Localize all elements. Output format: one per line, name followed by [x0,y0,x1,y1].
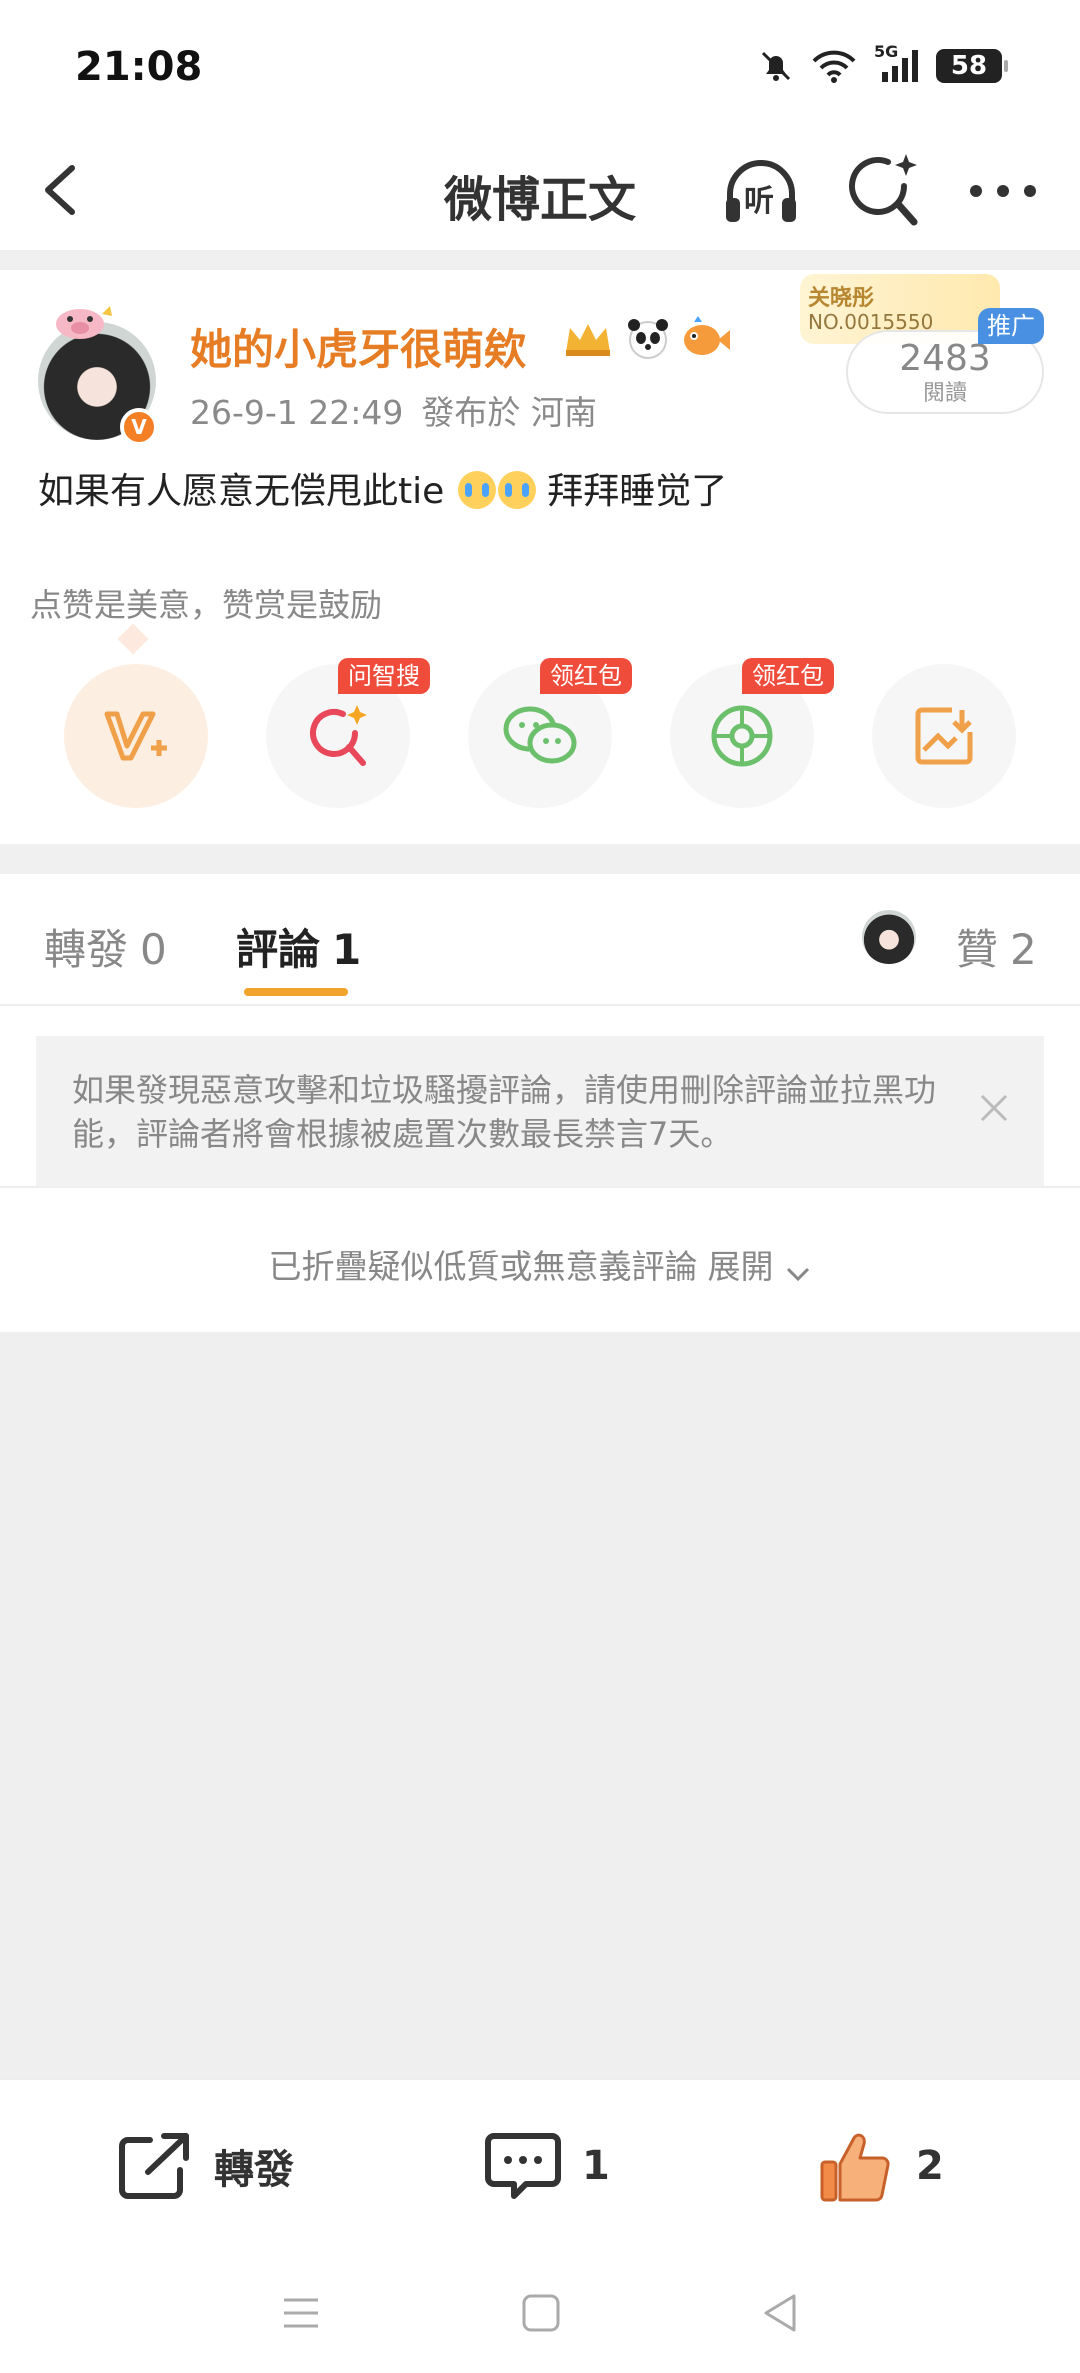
status-time: 21:08 [75,44,203,90]
bottom-action-bar: 轉發 1 2 [0,2078,1080,2248]
listen-label: 听 [744,184,774,219]
comment-button[interactable]: 1 [484,2126,610,2206]
mute-bell-icon [761,51,791,81]
status-icons: 5G 58 [758,42,1008,84]
verified-badge: V [120,408,158,446]
more-dots-icon [970,185,1036,197]
wechat-share-button[interactable]: 领红包 [468,658,632,808]
crying-emoji-icon [497,471,536,509]
empty-comment-area [0,1332,1080,2078]
read-label: 閱讀 [922,381,967,406]
post-text: 如果有人愿意无偿甩此tie 拜拜睡觉了 [38,462,727,514]
tab-likes-label: 贊 [956,925,999,974]
ai-search-icon [310,705,367,766]
section-divider [0,250,1080,270]
interaction-tabs: 轉發 0 評論 1 贊2 [0,874,1080,1006]
share-icon [119,2133,189,2199]
panda-badge-icon [628,319,668,359]
reward-button[interactable] [64,664,208,808]
repost-label: 轉發 [214,2147,294,2193]
reward-tip: 点赞是美意，赞赏是鼓励 [30,586,383,624]
pig-decoration-icon [56,306,112,339]
menu-icon[interactable] [276,2288,326,2338]
battery-icon: 58 [936,49,1008,83]
repost-button[interactable]: 轉發 [116,2126,294,2206]
expand-link[interactable]: 展開 [708,1247,774,1286]
tab-comments[interactable]: 評論 1 [236,916,361,977]
tab-comments-label: 評論 [236,925,321,974]
system-nav-bar [0,2248,1080,2373]
user-badges [560,316,732,360]
crown-badge-icon [566,324,610,356]
tab-likes[interactable]: 贊2 [956,916,1037,977]
like-button[interactable]: 2 [816,2126,944,2206]
nav-bar: 微博正文 听 [0,130,1080,250]
post-text-tail: 拜拜睡觉了 [547,471,728,512]
comment-notice: 如果發現惡意攻擊和垃圾騷擾評論，請使用刪除評論並拉黑功能，評論者將會根據被處置次… [36,1036,1044,1186]
share-row: 问智搜 领红包 领红包 [0,658,1080,814]
share-badge: 领红包 [540,658,632,694]
more-button[interactable] [960,148,1046,234]
tab-repost[interactable]: 轉發 0 [44,916,167,977]
tab-comments-count: 1 [332,925,362,974]
reward-v-icon [104,711,167,761]
wifi-icon [812,50,856,83]
share-badge: 领红包 [742,658,834,694]
close-icon[interactable] [974,1088,1014,1128]
cellular-signal-icon: 5G [874,42,918,84]
tab-repost-count: 0 [140,925,167,974]
search-button[interactable] [842,148,928,234]
save-image-icon [915,707,973,765]
moments-icon [711,705,773,767]
author-name[interactable]: 她的小虎牙很萌欸 [190,316,526,377]
moments-share-button[interactable]: 领红包 [670,658,834,808]
post-text-main: 如果有人愿意无偿甩此tie [38,471,445,512]
listen-button[interactable]: 听 [718,148,804,234]
back-triangle-icon[interactable] [756,2288,806,2338]
tip-pointer [117,623,149,655]
home-icon[interactable] [516,2288,566,2338]
promo-tag: 推广 [978,308,1044,344]
folded-comments[interactable]: 已折疊疑似低質或無意義評論 展開 [0,1190,1080,1332]
post-date: 26-9-1 22:49 [190,393,404,432]
comment-count: 1 [582,2143,610,2189]
fan-card-title: 关晓彤 [808,286,875,311]
crying-emoji-icon [457,471,496,509]
tab-likes-count: 2 [1010,925,1037,974]
post-card: V 她的小虎牙很萌欸 26-9-1 22:49 發布於 河南 关晓彤 NO.001… [0,270,1080,844]
fish-badge-icon [684,316,730,355]
author-avatar[interactable]: V [38,300,158,446]
wechat-icon [503,706,577,764]
chevron-down-icon [786,1267,809,1281]
read-count: 2483 [899,338,991,379]
thumbs-up-icon [820,2133,890,2202]
section-divider [0,844,1080,874]
folded-text: 已折疊疑似低質或無意義評論 [268,1247,698,1286]
ai-search-icon [849,154,918,226]
save-image-button[interactable] [872,664,1016,808]
post-meta: 26-9-1 22:49 發布於 河南 [190,386,597,434]
post-location: 發布於 河南 [421,393,597,432]
active-tab-indicator [244,988,348,996]
status-bar: 21:08 5G 58 [0,0,1080,130]
liker-avatar [862,910,916,964]
like-count: 2 [916,2143,944,2189]
share-badge: 问智搜 [338,658,430,694]
comment-icon [485,2133,561,2199]
divider [0,1186,1080,1188]
ai-search-share-button[interactable]: 问智搜 [266,658,430,808]
tab-repost-label: 轉發 [44,925,129,974]
notice-text: 如果發現惡意攻擊和垃圾騷擾評論，請使用刪除評論並拉黑功能，評論者將會根據被處置次… [72,1071,937,1153]
